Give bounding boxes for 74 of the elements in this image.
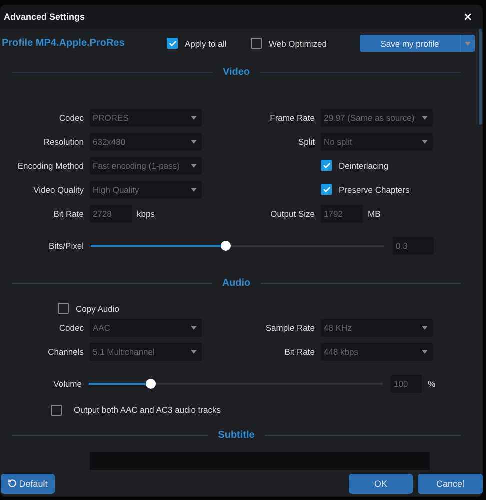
field-label: Split [297,136,315,147]
caret-icon [422,116,428,120]
checkbox-option[interactable]: Copy Audio [58,303,120,314]
caret-icon [422,140,428,144]
caret-icon [191,116,197,120]
dropdown[interactable]: Fast encoding (1-pass) [90,156,202,175]
checkbox[interactable] [58,303,69,314]
field-label: Codec [58,112,84,123]
field-label: Codec [58,323,84,333]
caret-icon [191,350,197,354]
value-field[interactable]: 100 [391,375,422,393]
number-field[interactable]: 2728 [90,204,132,223]
checkbox[interactable] [251,38,262,50]
field-label: Frame Rate [269,112,315,123]
checkbox[interactable] [167,38,178,50]
checkbox-label: Deinterlacing [339,160,389,171]
dropdown[interactable]: PRORES [90,108,202,127]
caret-icon [191,188,197,192]
caret-icon [422,326,428,330]
caret-icon [191,140,197,144]
field-label: Sample Rate [264,323,315,333]
section-title: Audio [222,278,251,290]
field-label: Bit Rate [284,347,315,357]
dropdown[interactable]: 48 KHz [321,319,433,337]
checkbox[interactable] [321,160,332,172]
checkbox-option[interactable]: Output both AAC and AC3 audio tracks [51,404,221,416]
checkbox-label: Apply to all [185,38,227,49]
checkbox-label: Copy Audio [76,304,120,314]
scrollbar[interactable] [479,29,482,125]
unit-label: MB [368,208,381,219]
field-label: Bit Rate [52,208,84,219]
unit-label: % [428,379,436,389]
slider-thumb[interactable] [220,240,231,251]
number-field[interactable]: 1792 [321,204,363,223]
section-title: Video [222,67,250,78]
checkbox-label: Output both AAC and AC3 audio tracks [74,405,221,415]
checkbox-label: Preserve Chapters [339,184,410,195]
unit-label: kbps [137,208,155,219]
dropdown[interactable]: 448 kbps [321,343,433,361]
field-label: Video Quality [32,184,84,195]
dropdown[interactable]: 29.97 (Same as source) [321,108,433,127]
caret-icon [191,164,197,168]
caret-icon [465,42,471,46]
reset-icon [8,479,18,488]
window-title: Advanced Settings [4,12,86,22]
dropdown[interactable]: No split [321,132,433,151]
dropdown[interactable]: 632x480 [90,132,202,151]
save-profile-button[interactable]: Save my profile [360,35,475,52]
value-field[interactable]: 0.3 [393,236,434,255]
checkbox-option[interactable]: Web Optimized [251,38,351,50]
section-title: Subtitle [218,430,255,440]
caret-icon [422,350,428,354]
default-button[interactable]: Default [1,474,55,494]
close-icon[interactable] [463,12,473,22]
field-label: Channels [47,347,84,357]
field-label: Output Size [270,208,315,219]
checkbox[interactable] [321,184,332,196]
profile-name: Profile MP4.Apple.ProRes [1,38,126,50]
checkbox[interactable] [51,404,62,416]
slider-label: Volume [52,379,82,389]
dropdown[interactable]: 5.1 Multichannel [90,343,202,361]
checkbox-option[interactable]: Preserve Chapters [321,184,433,196]
cancel-button[interactable]: Cancel [418,474,483,494]
slider-thumb[interactable] [146,379,156,389]
caret-icon [191,326,197,330]
checkbox-option[interactable]: Apply to all [167,38,251,50]
checkbox-option[interactable]: Deinterlacing [321,160,433,172]
dropdown[interactable]: AAC [90,319,202,337]
field-label: Resolution [42,136,84,147]
ok-button[interactable]: OK [349,474,413,494]
dropdown[interactable]: High Quality [90,180,202,199]
checkbox-label: Web Optimized [269,38,327,49]
field-label: Encoding Method [16,160,84,171]
slider-label: Bits/Pixel [48,240,84,251]
